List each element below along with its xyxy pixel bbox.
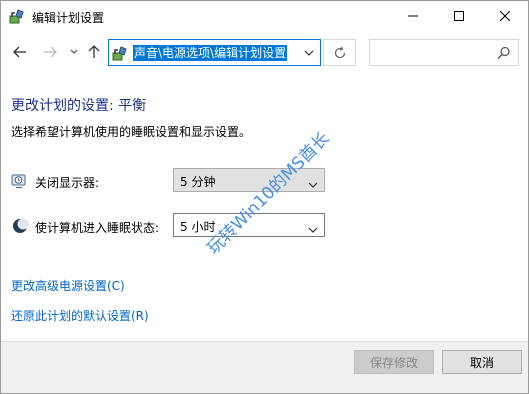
up-arrow-icon [88, 45, 100, 58]
chevron-down-icon [308, 177, 318, 188]
sleep-label: 使计算机进入睡眠状态: [35, 221, 160, 235]
navigation-bar: 声音\电源选项\编辑计划设置 [1, 31, 528, 75]
restore-defaults-link[interactable]: 还原此计划的默认设置(R) [11, 307, 149, 324]
chevron-down-icon [308, 222, 318, 233]
window-title: 编辑计划设置 [32, 11, 105, 25]
chevron-down-icon [70, 49, 78, 54]
back-arrow-icon [13, 46, 26, 58]
advanced-power-settings-link[interactable]: 更改高级电源设置(C) [11, 277, 125, 294]
main-content: 更改计划的设置: 平衡 选择希望计算机使用的睡眠设置和显示设置。 关闭显示器: … [1, 75, 528, 341]
sleep-moon-icon [11, 217, 29, 235]
back-button[interactable] [11, 43, 29, 61]
minimize-icon [408, 15, 418, 17]
edit-plan-settings-window: 编辑计划设置 声音\电源选项\编辑计划设置 更改计划的设置: 平衡 选择希望计算… [0, 0, 529, 394]
address-bar[interactable]: 声音\电源选项\编辑计划设置 [108, 39, 321, 66]
monitor-clock-icon [11, 172, 29, 190]
display-off-value: 5 分钟 [180, 175, 216, 189]
address-history-dropdown[interactable] [301, 45, 317, 61]
page-title: 更改计划的设置: 平衡 [11, 98, 147, 114]
address-path[interactable]: 声音\电源选项\编辑计划设置 [133, 45, 288, 61]
title-bar[interactable]: 编辑计划设置 [1, 1, 528, 31]
refresh-icon [334, 46, 345, 58]
display-off-label: 关闭显示器: [35, 176, 100, 190]
forward-arrow-icon [44, 46, 57, 58]
search-icon[interactable] [497, 46, 511, 60]
footer-bar: 保存修改 取消 [1, 341, 528, 393]
maximize-button[interactable] [436, 1, 482, 31]
close-icon [500, 11, 510, 21]
save-changes-button[interactable]: 保存修改 [354, 350, 434, 374]
search-box[interactable] [369, 39, 519, 66]
chevron-down-icon [304, 50, 314, 56]
maximize-icon [454, 11, 464, 21]
power-options-icon [9, 8, 25, 24]
power-options-icon [112, 45, 128, 61]
up-button[interactable] [85, 43, 103, 61]
minimize-button[interactable] [390, 1, 436, 31]
forward-button[interactable] [41, 43, 59, 61]
cancel-button[interactable]: 取消 [442, 350, 522, 374]
page-description: 选择希望计算机使用的睡眠设置和显示设置。 [11, 125, 252, 139]
refresh-button[interactable] [323, 39, 356, 66]
recent-locations-button[interactable] [65, 43, 83, 61]
close-button[interactable] [482, 1, 528, 31]
